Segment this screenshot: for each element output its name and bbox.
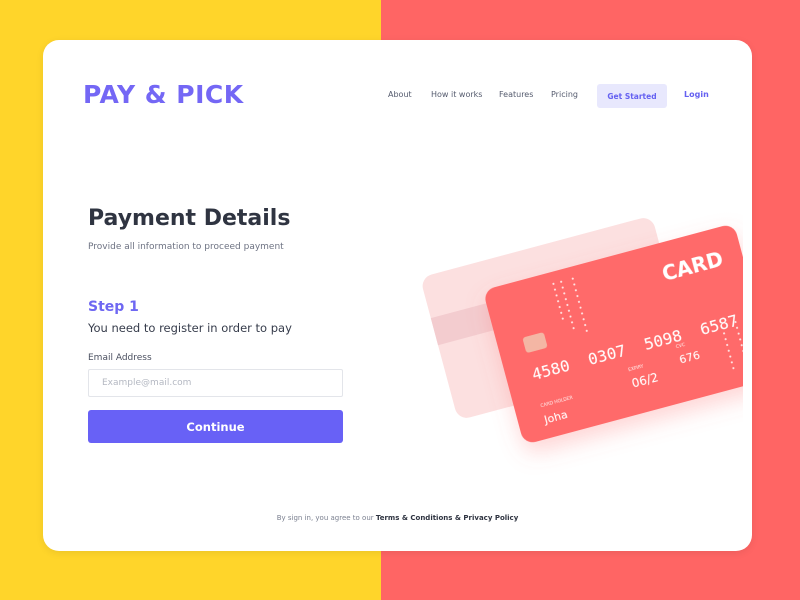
nav-features-link[interactable]: Features	[499, 90, 533, 99]
terms-notice: By sign in, you agree to our Terms & Con…	[43, 514, 752, 522]
terms-link[interactable]: Terms & Conditions & Privacy Policy	[376, 514, 518, 522]
payment-window: PAY & PICK About How it works Features P…	[43, 40, 773, 551]
step-description: You need to register in order to pay	[88, 321, 292, 335]
top-nav: About How it works Features Pricing Get …	[43, 84, 752, 108]
nav-how-it-works-link[interactable]: How it works	[431, 90, 482, 99]
get-started-button[interactable]: Get Started	[597, 84, 667, 108]
nav-pricing-link[interactable]: Pricing	[551, 90, 578, 99]
page-title: Payment Details	[88, 206, 291, 231]
card-illustration: CARD 4580 0307 5098 6587 CARD HOLDER Joh…	[393, 200, 773, 480]
email-input[interactable]	[88, 369, 343, 397]
page-subtitle: Provide all information to proceed payme…	[88, 242, 284, 252]
terms-prefix: By sign in, you agree to our	[276, 514, 374, 522]
card-illustration-svg: CARD 4580 0307 5098 6587 CARD HOLDER Joh…	[422, 218, 773, 443]
step-label: Step 1	[88, 299, 139, 315]
email-label: Email Address	[88, 353, 152, 363]
login-link[interactable]: Login	[684, 90, 709, 99]
continue-button[interactable]: Continue	[88, 410, 343, 443]
nav-about-link[interactable]: About	[388, 90, 412, 99]
